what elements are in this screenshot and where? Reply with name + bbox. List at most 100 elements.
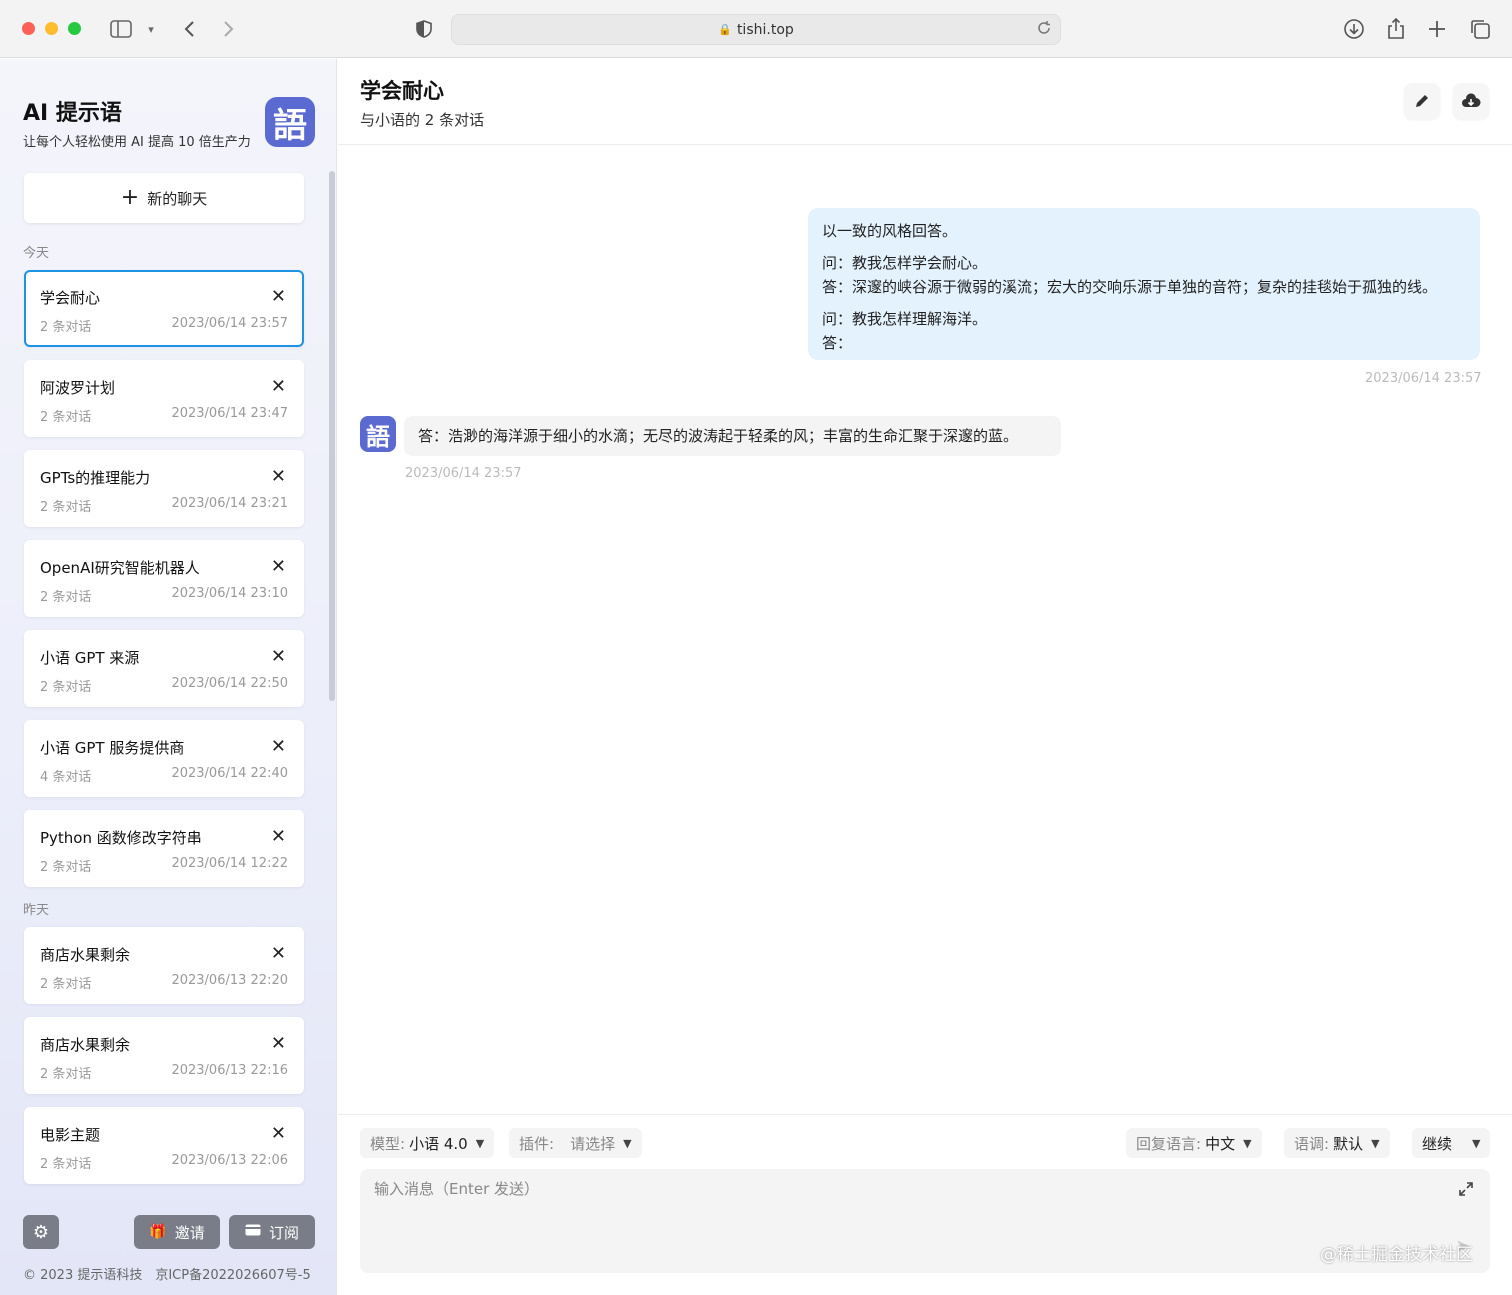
close-icon[interactable]: ✕ <box>271 286 286 307</box>
chat-item-count: 2 条对话 <box>40 410 92 425</box>
minimize-window-button[interactable] <box>45 22 58 35</box>
chat-item-count: 2 条对话 <box>40 860 92 875</box>
back-icon[interactable] <box>176 16 202 42</box>
gear-icon: ⚙ <box>32 1221 50 1243</box>
chat-item-title: 电影主题 <box>40 1126 101 1144</box>
chat-item-title: 商店水果剩余 <box>40 946 131 964</box>
close-icon[interactable]: ✕ <box>271 1033 286 1054</box>
subscribe-button[interactable]: 订阅 <box>229 1215 315 1249</box>
invite-button[interactable]: 🎁 邀请 <box>134 1215 220 1249</box>
chat-item-date: 2023/06/14 23:21 <box>171 496 288 511</box>
chat-item-count: 2 条对话 <box>40 500 92 515</box>
close-icon[interactable]: ✕ <box>271 376 286 397</box>
chat-item-count: 2 条对话 <box>40 1157 92 1172</box>
shield-icon[interactable] <box>411 16 437 42</box>
user-message-line: 问：教我怎样学会耐心。 <box>822 254 988 272</box>
chat-item[interactable]: 电影主题 ✕ 2 条对话 2023/06/13 22:06 <box>24 1107 304 1184</box>
zoom-window-button[interactable] <box>68 22 81 35</box>
chevron-down-icon: ▼ <box>475 1136 485 1150</box>
sidebar: AI 提示语 让每个人轻松使用 AI 提高 10 倍生产力 語 + 新的聊天 今… <box>0 59 337 1295</box>
chevron-down-icon: ▼ <box>1371 1136 1380 1150</box>
reload-icon[interactable] <box>1036 20 1052 40</box>
toolbar-divider <box>338 1114 1512 1115</box>
assistant-message: 答：浩渺的海洋源于细小的水滴；无尽的波涛起于轻柔的风；丰富的生命汇聚于深邃的蓝。 <box>404 416 1061 456</box>
close-icon[interactable]: ✕ <box>271 466 286 487</box>
lock-icon: 🔒 <box>718 23 732 36</box>
assistant-avatar: 語 <box>360 416 396 452</box>
continue-label: 继续 <box>1422 1134 1453 1153</box>
chat-item-count: 2 条对话 <box>40 320 92 335</box>
chat-subtitle: 与小语的 2 条对话 <box>360 111 485 129</box>
chevron-down-icon: ▼ <box>1243 1136 1252 1150</box>
new-chat-label: 新的聊天 <box>147 189 208 208</box>
new-chat-button[interactable]: + 新的聊天 <box>24 173 304 223</box>
chat-item[interactable]: 小语 GPT 来源 ✕ 2 条对话 2023/06/14 22:50 <box>24 630 304 707</box>
download-icon[interactable] <box>1341 16 1367 42</box>
tone-select[interactable]: 语调: 默认 ▼ <box>1284 1128 1390 1158</box>
close-icon[interactable]: ✕ <box>271 943 286 964</box>
export-button[interactable] <box>1453 83 1489 119</box>
chat-item-title: Python 函数修改字符串 <box>40 829 202 847</box>
plugin-select[interactable]: 插件: 请选择 ▼ <box>509 1128 642 1158</box>
expand-icon[interactable] <box>1458 1181 1474 1201</box>
tone-value: 默认 <box>1333 1134 1364 1153</box>
plus-icon: + <box>120 185 140 210</box>
chat-item-count: 4 条对话 <box>40 770 92 785</box>
reply-language-select[interactable]: 回复语言: 中文 ▼ <box>1126 1128 1262 1158</box>
url-text: tishi.top <box>736 21 794 38</box>
chat-item-date: 2023/06/14 22:40 <box>171 766 288 781</box>
chat-item-count: 2 条对话 <box>40 1067 92 1082</box>
chat-item-title: 阿波罗计划 <box>40 379 116 397</box>
close-icon[interactable]: ✕ <box>271 1123 286 1144</box>
forward-icon[interactable] <box>216 16 242 42</box>
brand-subtitle: 让每个人轻松使用 AI 提高 10 倍生产力 <box>23 135 251 150</box>
close-icon[interactable]: ✕ <box>271 646 286 667</box>
address-bar[interactable]: 🔒 tishi.top <box>451 14 1061 45</box>
reply-language-value: 中文 <box>1205 1134 1236 1153</box>
chat-item[interactable]: 小语 GPT 服务提供商 ✕ 4 条对话 2023/06/14 22:40 <box>24 720 304 797</box>
chat-item[interactable]: Python 函数修改字符串 ✕ 2 条对话 2023/06/14 12:22 <box>24 810 304 887</box>
chat-item-count: 2 条对话 <box>40 590 92 605</box>
chevron-down-icon[interactable]: ▾ <box>138 16 164 42</box>
rename-button[interactable] <box>1404 83 1440 119</box>
chevron-down-icon: ▼ <box>623 1136 632 1150</box>
close-icon[interactable]: ✕ <box>271 736 286 757</box>
chat-item[interactable]: 商店水果剩余 ✕ 2 条对话 2023/06/13 22:20 <box>24 927 304 1004</box>
chat-item-date: 2023/06/13 22:06 <box>171 1153 288 1168</box>
group-label-today: 今天 <box>23 246 50 261</box>
close-window-button[interactable] <box>22 22 35 35</box>
brand-title: AI 提示语 <box>23 101 122 126</box>
sidebar-scrollbar[interactable] <box>329 171 335 701</box>
user-message-line: 问：教我怎样理解海洋。 <box>822 310 988 328</box>
chat-item[interactable]: 商店水果剩余 ✕ 2 条对话 2023/06/13 22:16 <box>24 1017 304 1094</box>
tone-label: 语调: <box>1294 1134 1330 1153</box>
tab-overview-icon[interactable] <box>1467 16 1493 42</box>
new-tab-icon[interactable] <box>1424 16 1450 42</box>
chat-item-title: GPTs的推理能力 <box>40 469 151 487</box>
model-select[interactable]: 模型: 小语 4.0 ▼ <box>360 1128 495 1158</box>
continue-select[interactable]: 继续 ▼ <box>1412 1128 1491 1158</box>
chat-item[interactable]: 阿波罗计划 ✕ 2 条对话 2023/06/14 23:47 <box>24 360 304 437</box>
chat-item[interactable]: OpenAI研究智能机器人 ✕ 2 条对话 2023/06/14 23:10 <box>24 540 304 617</box>
model-label: 模型: <box>370 1134 406 1153</box>
chat-item-date: 2023/06/13 22:16 <box>171 1063 288 1078</box>
assistant-message-time: 2023/06/14 23:57 <box>405 466 522 481</box>
close-icon[interactable]: ✕ <box>271 826 286 847</box>
watermark-text: @稀土掘金技术社区 <box>1320 1245 1473 1265</box>
browser-toolbar: ▾ 🔒 tishi.top <box>0 0 1512 58</box>
sidebar-toggle-icon[interactable] <box>108 16 134 42</box>
chevron-down-icon: ▼ <box>1472 1136 1481 1150</box>
pencil-icon <box>1416 95 1428 107</box>
reply-language-label: 回复语言: <box>1136 1134 1202 1153</box>
chat-item[interactable]: 学会耐心 ✕ 2 条对话 2023/06/14 23:57 <box>24 270 304 347</box>
plugin-label: 插件: <box>519 1134 555 1153</box>
chat-item-title: OpenAI研究智能机器人 <box>40 559 200 577</box>
chat-item-date: 2023/06/14 23:57 <box>171 316 288 331</box>
settings-button[interactable]: ⚙ <box>23 1215 59 1249</box>
chat-item-count: 2 条对话 <box>40 977 92 992</box>
chat-item[interactable]: GPTs的推理能力 ✕ 2 条对话 2023/06/14 23:21 <box>24 450 304 527</box>
card-icon <box>245 1224 261 1240</box>
close-icon[interactable]: ✕ <box>271 556 286 577</box>
gift-icon: 🎁 <box>149 1224 167 1240</box>
share-icon[interactable] <box>1383 16 1409 42</box>
